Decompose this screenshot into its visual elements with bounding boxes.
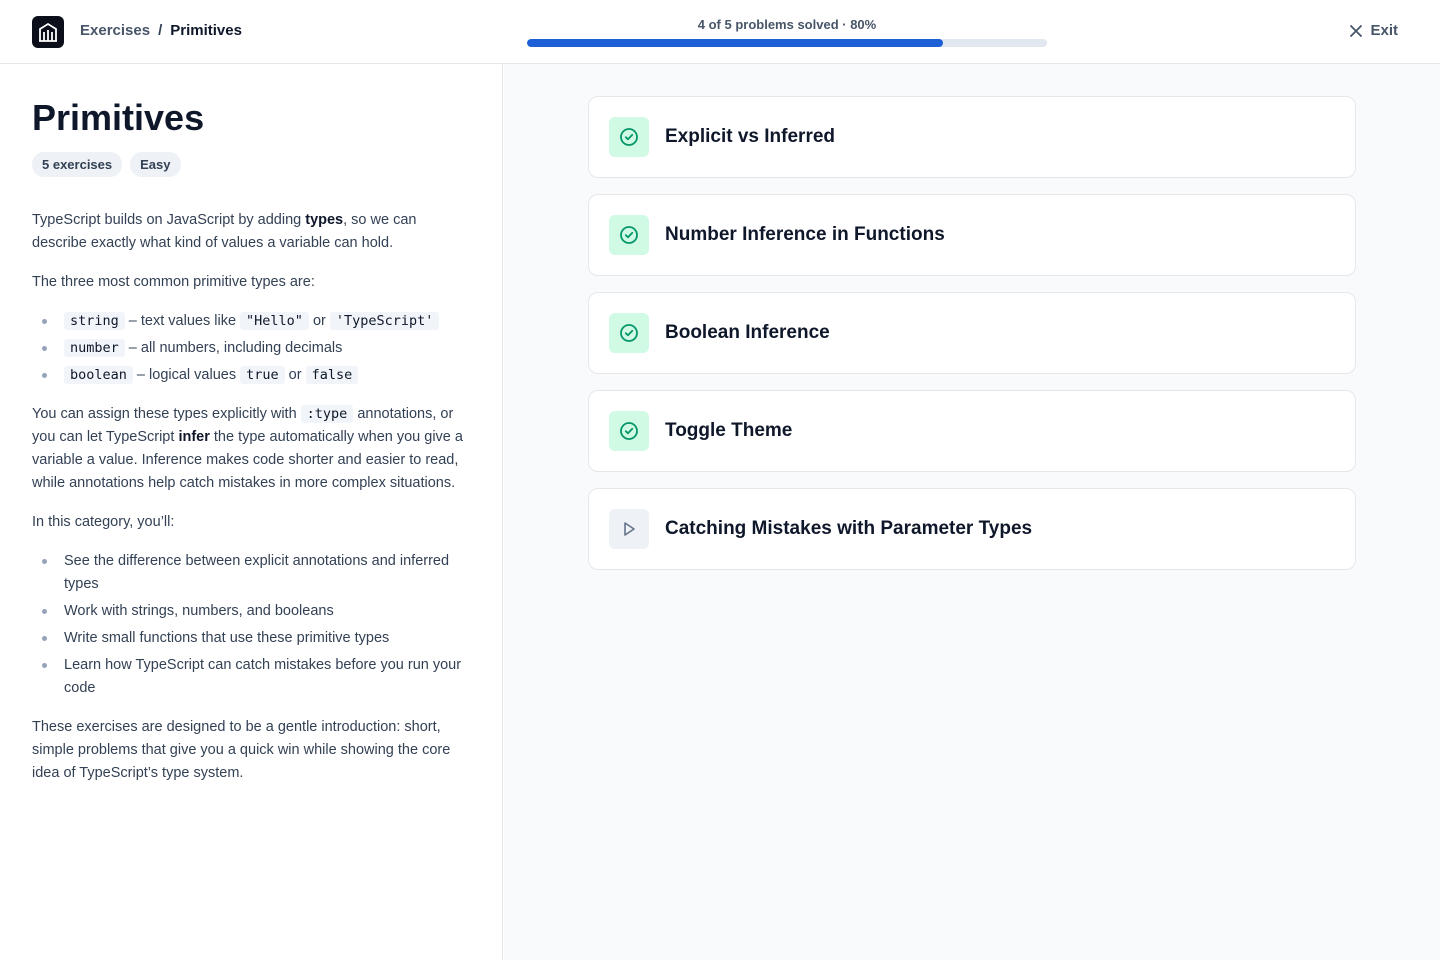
list-item: See the difference between explicit anno… [32,550,470,596]
problem-card[interactable]: Boolean Inference [588,292,1356,374]
top-bar: Exercises / Primitives 4 of 5 problems s… [0,0,1440,64]
goals-heading: In this category, you’ll: [32,514,175,530]
problem-title: Catching Mistakes with Parameter Types [665,518,1033,539]
closing-paragraph: These exercises are designed to be a gen… [32,719,451,781]
check-circle-icon [620,324,638,342]
list-item: Work with strings, numbers, and booleans [32,600,470,623]
check-circle-icon [620,422,638,440]
check-circle-icon [620,128,638,146]
breadcrumb: Exercises / Primitives [80,22,242,39]
list-item: number – all numbers, including decimals [32,337,470,360]
check-circle-icon [620,226,638,244]
problem-card[interactable]: Toggle Theme [588,390,1356,472]
solved-status [609,313,649,353]
problem-card[interactable]: Number Inference in Functions [588,194,1356,276]
play-icon [624,522,635,536]
breadcrumb-exercises-link[interactable]: Exercises [80,22,150,39]
list-item: boolean – logical values true or false [32,364,470,387]
problem-card[interactable]: Catching Mistakes with Parameter Types [588,488,1356,570]
solved-status [609,117,649,157]
breadcrumb-current: Primitives [170,22,242,39]
page-title: Primitives [32,97,205,138]
problem-title: Boolean Inference [665,322,830,343]
solved-status [609,411,649,451]
assign-paragraph: You can assign these types explicitly wi… [32,405,463,491]
category-description-panel: Primitives 5 exercises Easy TypeScript b… [0,64,503,960]
list-item: Write small functions that use these pri… [32,627,470,650]
exit-button[interactable]: Exit [1350,22,1398,39]
problem-title: Explicit vs Inferred [665,126,836,147]
progress-text: 4 of 5 problems solved · 80% [697,17,877,32]
list-item: Learn how TypeScript can catch mistakes … [32,654,470,700]
primitive-types-list: string – text values like "Hello" or 'Ty… [32,310,470,387]
exercise-count-badge: 5 exercises [32,152,123,177]
close-icon [1350,24,1363,37]
app-logo[interactable] [32,16,64,48]
progress-fill [527,39,943,47]
solved-status [609,215,649,255]
types-heading: The three most common primitive types ar… [32,274,315,290]
unsolved-status [609,509,649,549]
problem-title: Toggle Theme [665,420,793,441]
category-description: TypeScript builds on JavaScript by addin… [32,209,470,785]
exit-label: Exit [1370,22,1398,39]
category-tags: 5 exercises Easy [32,152,470,177]
problem-title: Number Inference in Functions [665,224,945,245]
progress-indicator: 4 of 5 problems solved · 80% [527,17,1047,47]
goals-list: See the difference between explicit anno… [32,550,470,700]
building-icon [39,22,57,42]
difficulty-badge: Easy [130,152,181,177]
list-item: string – text values like "Hello" or 'Ty… [32,310,470,333]
intro-paragraph: TypeScript builds on JavaScript by addin… [32,212,417,251]
problem-list-panel: Explicit vs Inferred Number Inference in… [504,64,1440,960]
breadcrumb-separator: / [158,22,163,39]
progress-track [527,39,1047,47]
problem-card[interactable]: Explicit vs Inferred [588,96,1356,178]
